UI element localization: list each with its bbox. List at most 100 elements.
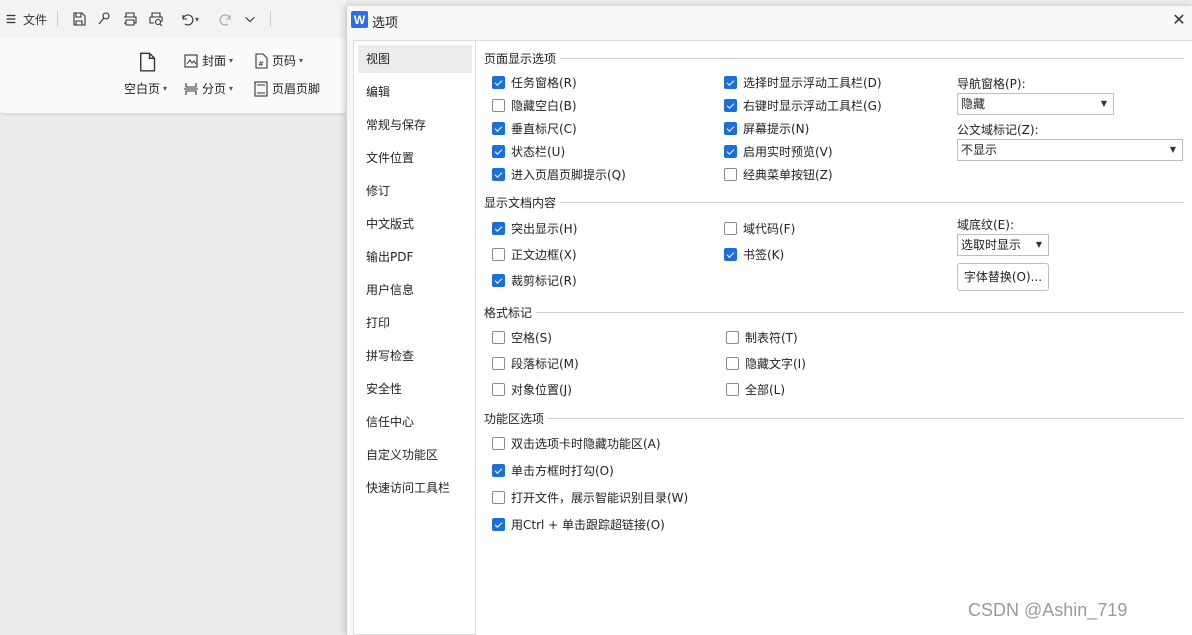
undo-icon[interactable]: ▾ xyxy=(175,8,203,30)
nav-item-export-pdf[interactable]: 输出PDF xyxy=(358,243,472,271)
checkbox-box[interactable] xyxy=(724,222,737,235)
checkbox-screen-tips[interactable]: 屏幕提示(N) xyxy=(724,120,809,137)
share-icon[interactable] xyxy=(95,8,113,30)
checkbox-box[interactable] xyxy=(726,357,739,370)
checkbox-box[interactable] xyxy=(492,464,505,477)
nav-item-trust-center[interactable]: 信任中心 xyxy=(358,408,472,436)
checkbox-box[interactable] xyxy=(492,99,505,112)
checkbox-box[interactable] xyxy=(492,437,505,450)
nav-item-quick-access-toolbar[interactable]: 快速访问工具栏 xyxy=(358,474,472,502)
page-break-button[interactable]: 分页 ▾ xyxy=(183,80,233,97)
font-substitution-button[interactable]: 字体替换(O)... xyxy=(957,263,1049,291)
checkbox-field-codes[interactable]: 域代码(F) xyxy=(724,220,795,237)
checkbox-hide-blank[interactable]: 隐藏空白(B) xyxy=(492,97,577,114)
checkbox-label: 域代码(F) xyxy=(743,222,796,236)
hamburger-menu-icon[interactable] xyxy=(4,8,18,30)
nav-item-customize-ribbon[interactable]: 自定义功能区 xyxy=(358,441,472,469)
dropdown-arrow-icon: ▼ xyxy=(1169,145,1176,154)
checkbox-box[interactable] xyxy=(726,383,739,396)
checkbox-status-bar[interactable]: 状态栏(U) xyxy=(492,143,565,160)
checkbox-label: 右键时显示浮动工具栏(G) xyxy=(743,99,882,113)
checkbox-box[interactable] xyxy=(724,248,737,261)
checkbox-label: 打开文件，展示智能识别目录(W) xyxy=(511,491,689,505)
checkbox-task-pane[interactable]: 任务窗格(R) xyxy=(492,74,577,91)
checkbox-label: 对象位置(J) xyxy=(511,383,572,397)
checkbox-tab-characters[interactable]: 制表符(T) xyxy=(726,329,798,346)
checkbox-hide-ribbon-dblclick[interactable]: 双击选项卡时隐藏功能区(A) xyxy=(492,435,661,452)
checkbox-smart-toc[interactable]: 打开文件，展示智能识别目录(W) xyxy=(492,489,688,506)
checkbox-crop-marks[interactable]: 裁剪标记(R) xyxy=(492,272,577,289)
checkbox-classic-menu[interactable]: 经典菜单按钮(Z) xyxy=(724,166,833,183)
close-icon[interactable]: ✕ xyxy=(1171,12,1187,28)
cover-icon xyxy=(184,53,198,68)
page-number-label: 页码 xyxy=(272,54,297,68)
checkbox-live-preview[interactable]: 启用实时预览(V) xyxy=(724,143,833,160)
checkbox-box[interactable] xyxy=(724,145,737,158)
checkbox-box[interactable] xyxy=(724,122,737,135)
checkbox-label: 任务窗格(R) xyxy=(511,76,577,90)
checkbox-ctrl-click-hyperlink[interactable]: 用Ctrl + 单击跟踪超链接(O) xyxy=(492,516,665,533)
checkbox-box[interactable] xyxy=(492,248,505,261)
nav-item-security[interactable]: 安全性 xyxy=(358,375,472,403)
nav-item-edit[interactable]: 编辑 xyxy=(358,78,472,106)
checkbox-floating-toolbar-select[interactable]: 选择时显示浮动工具栏(D) xyxy=(724,74,882,91)
checkbox-all-marks[interactable]: 全部(L) xyxy=(726,381,785,398)
redo-icon[interactable] xyxy=(217,8,235,30)
checkbox-spaces[interactable]: 空格(S) xyxy=(492,329,552,346)
checkbox-hidden-text[interactable]: 隐藏文字(I) xyxy=(726,355,806,372)
checkbox-paragraph-marks[interactable]: 段落标记(M) xyxy=(492,355,579,372)
nav-pane-select[interactable]: 隐藏 ▼ xyxy=(957,93,1114,115)
checkbox-box[interactable] xyxy=(726,331,739,344)
checkbox-box[interactable] xyxy=(492,518,505,531)
print-preview-icon[interactable] xyxy=(147,8,165,30)
checkbox-box[interactable] xyxy=(492,331,505,344)
dropdown-arrow-icon: ▼ xyxy=(1100,99,1107,108)
header-footer-button[interactable]: 页眉页脚 xyxy=(253,80,320,97)
nav-item-file-location[interactable]: 文件位置 xyxy=(358,144,472,172)
checkbox-box[interactable] xyxy=(724,99,737,112)
quick-access-toolbar: 文件 ▾ xyxy=(0,0,346,38)
checkbox-box[interactable] xyxy=(492,383,505,396)
checkbox-box[interactable] xyxy=(724,76,737,89)
nav-item-spell-check[interactable]: 拼写检查 xyxy=(358,342,472,370)
checkbox-box[interactable] xyxy=(492,274,505,287)
more-chevron-icon[interactable] xyxy=(243,8,257,30)
nav-item-view[interactable]: 视图 xyxy=(358,45,472,73)
checkbox-header-footer-tip[interactable]: 进入页眉页脚提示(Q) xyxy=(492,166,626,183)
checkbox-box[interactable] xyxy=(492,76,505,89)
toolbar-divider xyxy=(270,11,271,27)
checkbox-box[interactable] xyxy=(492,168,505,181)
section-doc-content: 显示文档内容 xyxy=(484,195,1184,210)
checkbox-box[interactable] xyxy=(492,222,505,235)
nav-item-print[interactable]: 打印 xyxy=(358,309,472,337)
checkbox-highlight[interactable]: 突出显示(H) xyxy=(492,220,577,237)
page-number-button[interactable]: # 页码 ▾ xyxy=(253,52,303,69)
save-icon[interactable] xyxy=(70,8,88,30)
doc-field-select[interactable]: 不显示 ▼ xyxy=(957,139,1183,161)
blank-page-button[interactable]: 空白页 ▾ xyxy=(124,80,167,97)
nav-pane-label: 导航窗格(P): xyxy=(957,77,1026,91)
cover-button[interactable]: 封面 ▾ xyxy=(183,52,233,69)
checkbox-box[interactable] xyxy=(724,168,737,181)
nav-item-revision[interactable]: 修订 xyxy=(358,177,472,205)
page-number-icon: # xyxy=(255,52,268,69)
nav-item-chinese-layout[interactable]: 中文版式 xyxy=(358,210,472,238)
checkbox-text-boundaries[interactable]: 正文边框(X) xyxy=(492,246,577,263)
checkbox-bookmarks[interactable]: 书签(K) xyxy=(724,246,784,263)
checkbox-box[interactable] xyxy=(492,145,505,158)
print-icon[interactable] xyxy=(121,8,139,30)
section-heading: 显示文档内容 xyxy=(484,195,557,210)
file-menu[interactable]: 文件 xyxy=(21,8,49,30)
checkbox-box[interactable] xyxy=(492,357,505,370)
checkbox-box[interactable] xyxy=(492,491,505,504)
checkbox-floating-toolbar-rightclick[interactable]: 右键时显示浮动工具栏(G) xyxy=(724,97,882,114)
field-shading-select[interactable]: 选取时显示 ▼ xyxy=(957,234,1049,256)
checkbox-label: 垂直标尺(C) xyxy=(511,122,577,136)
checkbox-vertical-ruler[interactable]: 垂直标尺(C) xyxy=(492,120,577,137)
nav-item-user-info[interactable]: 用户信息 xyxy=(358,276,472,304)
nav-item-general-save[interactable]: 常规与保存 xyxy=(358,111,472,139)
checkbox-box[interactable] xyxy=(492,122,505,135)
wps-writer-logo-icon: W xyxy=(351,11,368,28)
checkbox-object-anchors[interactable]: 对象位置(J) xyxy=(492,381,572,398)
checkbox-click-to-check[interactable]: 单击方框时打勾(O) xyxy=(492,462,614,479)
